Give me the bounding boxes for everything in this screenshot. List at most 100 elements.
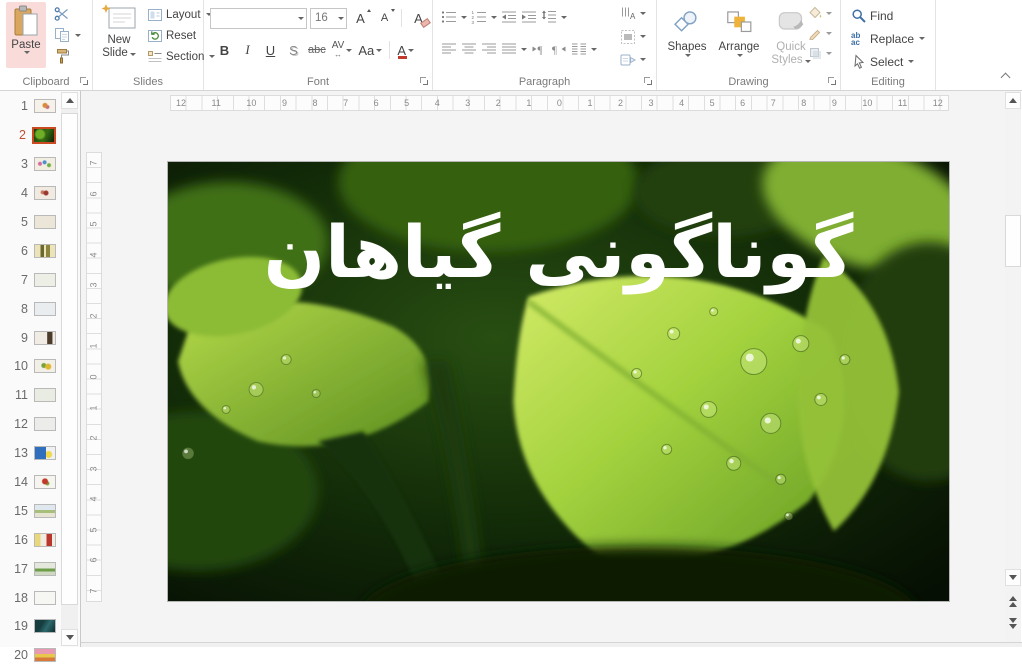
- slide-thumbnail[interactable]: [32, 126, 56, 144]
- align-text-button[interactable]: [620, 27, 646, 46]
- drawing-dialog-launcher[interactable]: [828, 77, 837, 86]
- columns-button[interactable]: [571, 42, 597, 56]
- right-to-left-button[interactable]: [551, 42, 567, 56]
- convert-to-smartart-button[interactable]: [620, 50, 646, 69]
- format-painter-button[interactable]: [52, 46, 83, 66]
- shape-outline-button[interactable]: [808, 26, 832, 40]
- scroll-up-button[interactable]: [1005, 92, 1021, 109]
- shapes-button[interactable]: Shapes: [663, 3, 711, 73]
- shape-effects-button[interactable]: [808, 46, 832, 60]
- paragraph-dialog-launcher[interactable]: [644, 77, 653, 86]
- slide-thumbnail-row[interactable]: 4: [0, 179, 58, 208]
- slide-thumbnail-row[interactable]: 2: [0, 121, 58, 150]
- slide-thumbnail[interactable]: [34, 243, 56, 258]
- slide-thumbnail-row[interactable]: 9: [0, 323, 58, 352]
- slide-thumbnail-row[interactable]: 13: [0, 439, 58, 468]
- next-slide-button[interactable]: [1005, 615, 1021, 632]
- vertical-ruler[interactable]: 765432101234567: [86, 152, 102, 602]
- align-center-button[interactable]: [461, 42, 477, 56]
- slide-thumbnail-row[interactable]: 7: [0, 265, 58, 294]
- text-direction-button[interactable]: [620, 4, 646, 23]
- increase-indent-button[interactable]: [521, 10, 537, 24]
- slide-thumbnail[interactable]: [34, 503, 56, 518]
- slide-thumbnail-row[interactable]: 18: [0, 583, 58, 612]
- left-to-right-button[interactable]: [531, 42, 547, 56]
- numbering-button[interactable]: [471, 10, 497, 24]
- thumbnail-scrollbar-thumb[interactable]: [61, 113, 78, 605]
- slide-thumbnail[interactable]: [34, 590, 56, 605]
- align-right-button[interactable]: [481, 42, 497, 56]
- font-name-dropdown[interactable]: [293, 16, 306, 20]
- justify-button[interactable]: [501, 42, 527, 56]
- slide-thumbnail-row[interactable]: 10: [0, 352, 58, 381]
- font-size-combobox[interactable]: 16: [310, 7, 347, 29]
- slide-editing-area[interactable]: گوناگونی گیاهان: [167, 161, 950, 602]
- new-slide-button[interactable]: New Slide: [97, 2, 141, 70]
- slide-thumbnail[interactable]: [34, 186, 56, 201]
- copy-button[interactable]: [52, 25, 83, 45]
- slide-thumbnail[interactable]: [34, 215, 56, 229]
- collapse-ribbon-button[interactable]: [1001, 71, 1010, 80]
- slide-thumbnail-row[interactable]: 3: [0, 150, 58, 179]
- font-size-dropdown[interactable]: [333, 16, 346, 20]
- slide-thumbnail-row[interactable]: 19: [0, 612, 58, 641]
- replace-button[interactable]: ab ac Replace: [849, 28, 927, 49]
- slide-thumbnail[interactable]: [34, 99, 56, 114]
- clipboard-dialog-launcher[interactable]: [80, 77, 89, 86]
- slide-thumbnail-row[interactable]: 6: [0, 236, 58, 265]
- paste-button[interactable]: Paste: [6, 2, 46, 68]
- slide-thumbnail[interactable]: [34, 272, 56, 287]
- slide-thumbnail-row[interactable]: 8: [0, 294, 58, 323]
- slide-thumbnail[interactable]: [34, 619, 56, 634]
- slide-thumbnail[interactable]: [34, 301, 56, 316]
- align-left-button[interactable]: [441, 42, 457, 56]
- slide-thumbnail[interactable]: [34, 359, 56, 374]
- change-case-button[interactable]: Aa: [356, 39, 384, 61]
- find-button[interactable]: Find: [849, 5, 927, 26]
- slide-thumbnail-row[interactable]: 5: [0, 208, 58, 237]
- slide-thumbnail-row[interactable]: 15: [0, 496, 58, 525]
- slide-thumbnail[interactable]: [34, 330, 56, 345]
- clear-formatting-button[interactable]: A: [408, 7, 431, 29]
- slide-thumbnail-row[interactable]: 1: [0, 92, 58, 121]
- slide-thumbnail[interactable]: [34, 561, 56, 576]
- slide-thumbnail-row[interactable]: 11: [0, 381, 58, 410]
- thumbnail-panel-scrollbar[interactable]: [61, 92, 78, 646]
- scrollbar-thumb[interactable]: [1005, 215, 1021, 267]
- slide-title-text[interactable]: گوناگونی گیاهان: [168, 198, 949, 306]
- shrink-font-button[interactable]: A: [374, 7, 395, 29]
- slide-thumbnail-row[interactable]: 14: [0, 468, 58, 497]
- font-name-combobox[interactable]: [210, 7, 307, 29]
- slide-thumbnail[interactable]: [34, 388, 56, 403]
- strikethrough-button[interactable]: abc: [306, 39, 328, 61]
- horizontal-ruler[interactable]: 12 11 10 9 8 7 6 5 4 3 2 1 0 1 2 3 4 5 6 7 8 9 10 11 12: [170, 95, 949, 111]
- font-dialog-launcher[interactable]: [420, 77, 429, 86]
- slide-thumbnail[interactable]: [34, 648, 56, 663]
- decrease-indent-button[interactable]: [501, 10, 517, 24]
- previous-slide-button[interactable]: [1005, 593, 1021, 610]
- slide-thumbnail[interactable]: [34, 157, 56, 172]
- shape-fill-button[interactable]: [808, 6, 832, 20]
- slide-thumbnail[interactable]: [34, 446, 56, 461]
- bold-button[interactable]: B: [214, 39, 235, 61]
- font-color-button[interactable]: A: [395, 39, 416, 61]
- underline-button[interactable]: U: [260, 39, 281, 61]
- italic-button[interactable]: I: [237, 39, 258, 61]
- grow-font-button[interactable]: A: [350, 7, 371, 29]
- cut-button[interactable]: [52, 4, 83, 24]
- main-vertical-scrollbar[interactable]: [1005, 91, 1021, 643]
- slide-thumbnail-row[interactable]: 12: [0, 410, 58, 439]
- thumbnail-scroll-down-button[interactable]: [61, 629, 78, 646]
- thumbnail-scroll-up-button[interactable]: [61, 92, 78, 109]
- slide-thumbnail-row[interactable]: 20: [0, 641, 58, 670]
- select-button[interactable]: Select: [849, 51, 927, 72]
- slide-thumbnail-row[interactable]: 16: [0, 525, 58, 554]
- arrange-button[interactable]: Arrange: [715, 3, 763, 73]
- slide-thumbnail-row[interactable]: 17: [0, 554, 58, 583]
- text-shadow-button[interactable]: S: [283, 39, 304, 61]
- character-spacing-button[interactable]: AV ↔: [330, 39, 355, 61]
- slide-thumbnail[interactable]: [34, 417, 56, 432]
- line-spacing-button[interactable]: [541, 10, 567, 24]
- scroll-down-button[interactable]: [1005, 569, 1021, 586]
- slide-thumbnail[interactable]: [34, 475, 56, 490]
